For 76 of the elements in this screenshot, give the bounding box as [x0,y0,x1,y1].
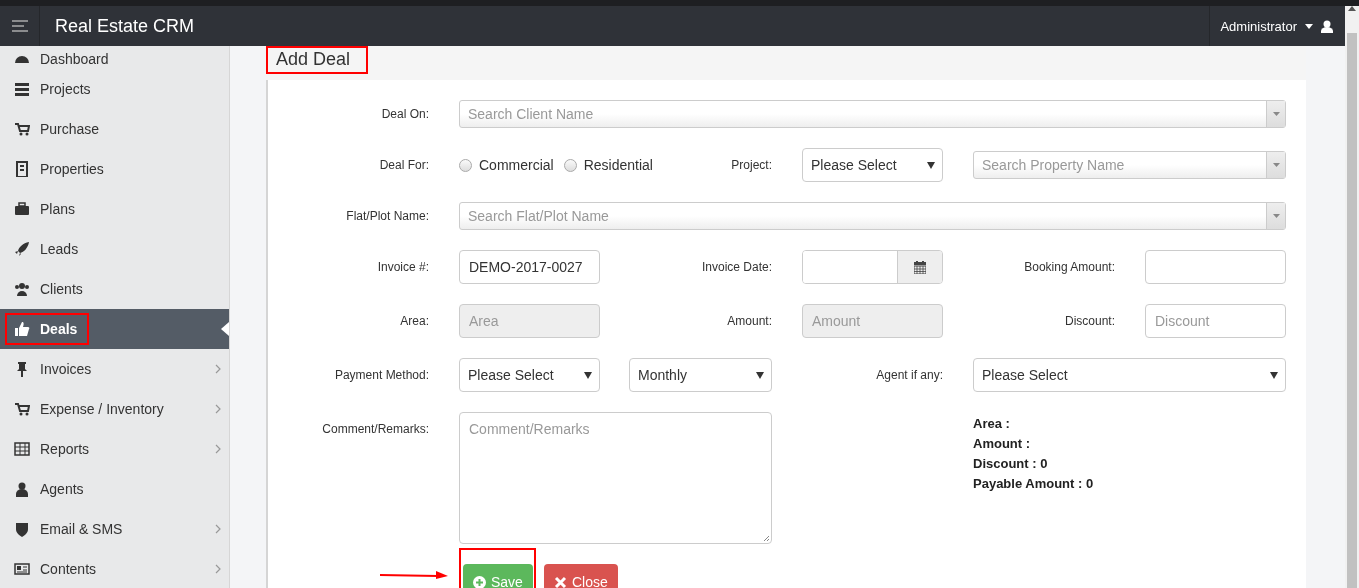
person-icon [14,481,30,497]
sidebar-item[interactable]: Projects [0,69,229,109]
field-label: Deal For: [378,158,429,172]
thumbs-up-icon [14,321,30,337]
calendar-icon [914,260,926,274]
users-icon [14,281,30,297]
caret-icon [756,371,764,379]
building-icon [14,161,30,177]
summary-line: Area : [973,415,1011,433]
summary-line: Payable Amount : 0 [973,475,1095,493]
server-icon [14,81,30,97]
field-label: Payment Method: [333,368,429,382]
panel-title: Add Deal [276,49,351,69]
chevron-icon [215,564,221,574]
newspaper-icon [14,561,30,577]
sidebar-item[interactable]: Reports [0,429,229,469]
chevron-icon [215,444,221,454]
radio-option[interactable]: Residential [563,157,653,173]
input-field[interactable] [1145,250,1286,284]
select-dropdown[interactable]: Please Select [459,358,600,392]
caret-icon [1270,371,1278,379]
close-button[interactable]: Close [543,564,618,588]
select-dropdown[interactable]: Please Select [973,358,1286,392]
scroll-thumb[interactable] [1347,33,1357,588]
field-label: Agent if any: [875,368,943,382]
select-dropdown[interactable]: Please Select [802,148,943,182]
field-label: Discount: [1063,314,1115,328]
plus-icon [473,575,486,588]
resize-grip-icon [763,535,770,542]
chevron-icon [215,524,221,534]
user-icon [1321,19,1333,33]
menu-icon [11,20,28,32]
chevron-icon [215,404,221,414]
scroll-up-icon [1348,6,1356,11]
cart-icon [14,401,30,417]
sidebar-item[interactable]: Email & SMS [0,509,229,549]
caret-icon [584,371,592,379]
shield-icon [14,521,30,537]
sidebar-item[interactable]: Deals [0,309,229,349]
sidebar-item[interactable]: Leads [0,229,229,269]
caret-icon [1272,112,1280,116]
user-menu[interactable]: Administrator [1220,18,1297,34]
date-field[interactable] [802,250,943,284]
input-field[interactable]: DEMO-2017-0027 [459,250,600,284]
summary-line: Amount : [973,435,1032,453]
sidebar-item[interactable]: Agents [0,469,229,509]
calendar-button[interactable] [897,251,942,283]
field-label: Invoice Date: [700,260,772,274]
field-label: Flat/Plot Name: [345,209,429,223]
sidebar-item[interactable]: Properties [0,149,229,189]
app-title: Real Estate CRM [55,15,196,37]
select-dropdown[interactable]: Monthly [629,358,772,392]
field-label: Amount: [726,314,772,328]
caret-icon [1272,163,1280,167]
field-label: Booking Amount: [1023,260,1115,274]
cart-icon [14,121,30,137]
close-icon [553,575,567,588]
sidebar-item[interactable]: Purchase [0,109,229,149]
sidebar-item[interactable]: Expense / Inventory [0,389,229,429]
caret-icon [1272,214,1280,218]
sidebar-item[interactable]: Dashboard [0,46,229,69]
field-label: Area: [399,314,429,328]
briefcase-icon [14,201,30,217]
field-label: Comment/Remarks: [321,421,429,436]
field-label: Deal On: [380,107,429,121]
caret-icon [1305,23,1313,29]
chevron-icon [215,364,221,374]
sidebar-item[interactable]: Clients [0,269,229,309]
table-icon [14,441,30,457]
sidebar-item[interactable]: Plans [0,189,229,229]
field-label: Invoice #: [376,260,429,274]
radio-option[interactable]: Commercial [459,157,554,173]
summary-line: Discount : 0 [973,455,1049,473]
sidebar-item[interactable]: Invoices [0,349,229,389]
sidebar-item[interactable]: Contents [0,549,229,588]
caret-icon [927,161,935,169]
